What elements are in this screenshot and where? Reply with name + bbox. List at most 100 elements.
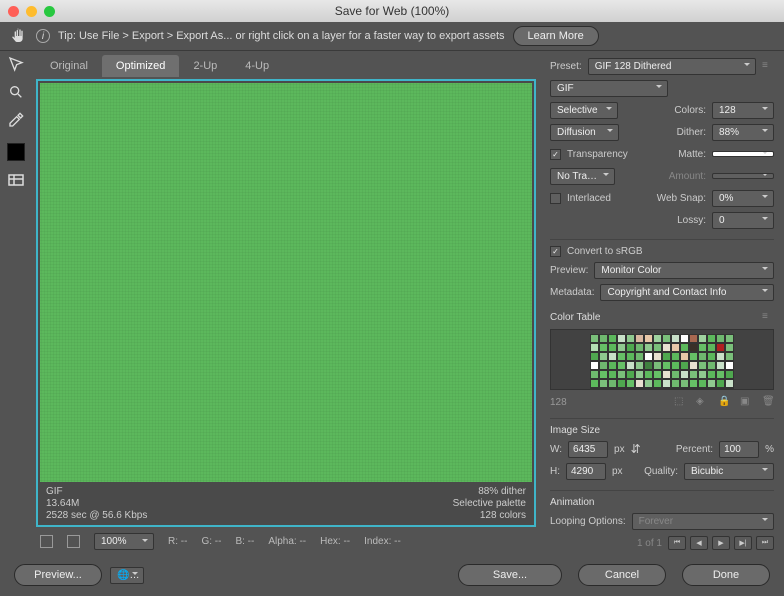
- zoom-tool-icon[interactable]: [6, 83, 26, 101]
- color-swatch[interactable]: [653, 343, 662, 352]
- color-swatch[interactable]: [716, 361, 725, 370]
- color-swatch[interactable]: [644, 379, 653, 388]
- color-swatch[interactable]: [590, 343, 599, 352]
- colors-select[interactable]: 128: [712, 102, 774, 119]
- color-swatch[interactable]: [698, 334, 707, 343]
- preview-canvas[interactable]: [40, 83, 532, 482]
- eyedropper-color-swatch[interactable]: [7, 143, 25, 161]
- color-swatch[interactable]: [680, 361, 689, 370]
- color-swatch[interactable]: [599, 352, 608, 361]
- color-swatch[interactable]: [653, 370, 662, 379]
- color-swatch[interactable]: [689, 361, 698, 370]
- color-swatch[interactable]: [689, 379, 698, 388]
- color-swatch[interactable]: [653, 352, 662, 361]
- color-swatch[interactable]: [689, 334, 698, 343]
- color-swatch[interactable]: [707, 352, 716, 361]
- color-swatch[interactable]: [644, 361, 653, 370]
- color-swatch[interactable]: [725, 334, 734, 343]
- color-swatch[interactable]: [671, 352, 680, 361]
- color-swatch[interactable]: [635, 388, 644, 390]
- color-swatch[interactable]: [635, 370, 644, 379]
- color-swatch[interactable]: [662, 379, 671, 388]
- color-swatch[interactable]: [716, 343, 725, 352]
- link-icon[interactable]: ⇵: [631, 442, 641, 456]
- color-swatch[interactable]: [698, 343, 707, 352]
- matte-select[interactable]: [712, 151, 774, 157]
- dither-select[interactable]: 88%: [712, 124, 774, 141]
- color-swatch[interactable]: [599, 361, 608, 370]
- color-swatch[interactable]: [680, 379, 689, 388]
- color-swatch[interactable]: [716, 370, 725, 379]
- quality-select[interactable]: Bicubic: [684, 463, 774, 480]
- color-swatch[interactable]: [617, 343, 626, 352]
- color-swatch[interactable]: [635, 361, 644, 370]
- color-swatch[interactable]: [698, 361, 707, 370]
- color-swatch[interactable]: [644, 343, 653, 352]
- color-swatch[interactable]: [707, 334, 716, 343]
- metadata-select[interactable]: Copyright and Contact Info: [600, 284, 774, 301]
- color-swatch[interactable]: [635, 343, 644, 352]
- color-swatch[interactable]: [716, 379, 725, 388]
- color-swatch[interactable]: [590, 361, 599, 370]
- color-swatch[interactable]: [626, 370, 635, 379]
- toggle-slices-icon[interactable]: [40, 535, 53, 548]
- color-swatch[interactable]: [725, 361, 734, 370]
- color-swatch[interactable]: [626, 334, 635, 343]
- zoom-select[interactable]: 100%: [94, 533, 154, 550]
- trans-dither-select[interactable]: No Transparency Dit...: [550, 168, 615, 185]
- done-button[interactable]: Done: [682, 564, 770, 586]
- learn-more-button[interactable]: Learn More: [513, 26, 599, 46]
- slice-select-tool-icon[interactable]: [6, 55, 26, 73]
- tab-original[interactable]: Original: [36, 55, 102, 77]
- ct-trash-icon[interactable]: 🗑: [762, 396, 774, 408]
- color-swatch[interactable]: [662, 343, 671, 352]
- eyedropper-tool-icon[interactable]: [6, 111, 26, 129]
- color-swatch[interactable]: [635, 352, 644, 361]
- color-swatch[interactable]: [671, 361, 680, 370]
- color-swatch[interactable]: [662, 352, 671, 361]
- color-swatch[interactable]: [716, 352, 725, 361]
- dither-method-select[interactable]: Diffusion: [550, 124, 619, 141]
- color-swatch[interactable]: [644, 334, 653, 343]
- color-swatch[interactable]: [590, 370, 599, 379]
- color-swatch[interactable]: [608, 352, 617, 361]
- preview-button[interactable]: Preview...: [14, 564, 102, 586]
- ct-new-icon[interactable]: ▣: [740, 396, 752, 408]
- color-table-menu-icon[interactable]: ≡: [762, 311, 774, 323]
- color-swatch[interactable]: [707, 361, 716, 370]
- color-swatch[interactable]: [725, 379, 734, 388]
- color-swatch[interactable]: [671, 379, 680, 388]
- save-button[interactable]: Save...: [458, 564, 562, 586]
- color-swatch[interactable]: [716, 388, 725, 390]
- color-swatch[interactable]: [698, 388, 707, 390]
- srgb-checkbox[interactable]: [550, 246, 561, 257]
- color-swatch[interactable]: [707, 388, 716, 390]
- color-swatch[interactable]: [599, 388, 608, 390]
- color-swatch[interactable]: [680, 370, 689, 379]
- color-swatch[interactable]: [725, 343, 734, 352]
- preset-menu-icon[interactable]: ≡: [762, 60, 774, 72]
- interlaced-checkbox[interactable]: [550, 193, 561, 204]
- color-swatch[interactable]: [599, 334, 608, 343]
- color-swatch[interactable]: [590, 388, 599, 390]
- color-swatch[interactable]: [725, 352, 734, 361]
- color-swatch[interactable]: [689, 352, 698, 361]
- color-swatch[interactable]: [725, 370, 734, 379]
- color-swatch[interactable]: [707, 370, 716, 379]
- color-swatch[interactable]: [608, 370, 617, 379]
- color-swatch[interactable]: [590, 334, 599, 343]
- color-swatch[interactable]: [626, 361, 635, 370]
- color-swatch[interactable]: [671, 343, 680, 352]
- color-swatch[interactable]: [725, 388, 734, 390]
- color-swatch[interactable]: [698, 352, 707, 361]
- tab-2up[interactable]: 2-Up: [179, 55, 231, 77]
- color-swatch[interactable]: [617, 352, 626, 361]
- color-swatch[interactable]: [698, 370, 707, 379]
- color-swatch[interactable]: [617, 361, 626, 370]
- preview-select[interactable]: Monitor Color: [594, 262, 774, 279]
- browser-select[interactable]: 🌐: [110, 567, 144, 584]
- color-swatch[interactable]: [608, 379, 617, 388]
- color-swatch[interactable]: [626, 388, 635, 390]
- color-swatch[interactable]: [608, 361, 617, 370]
- color-swatch[interactable]: [644, 370, 653, 379]
